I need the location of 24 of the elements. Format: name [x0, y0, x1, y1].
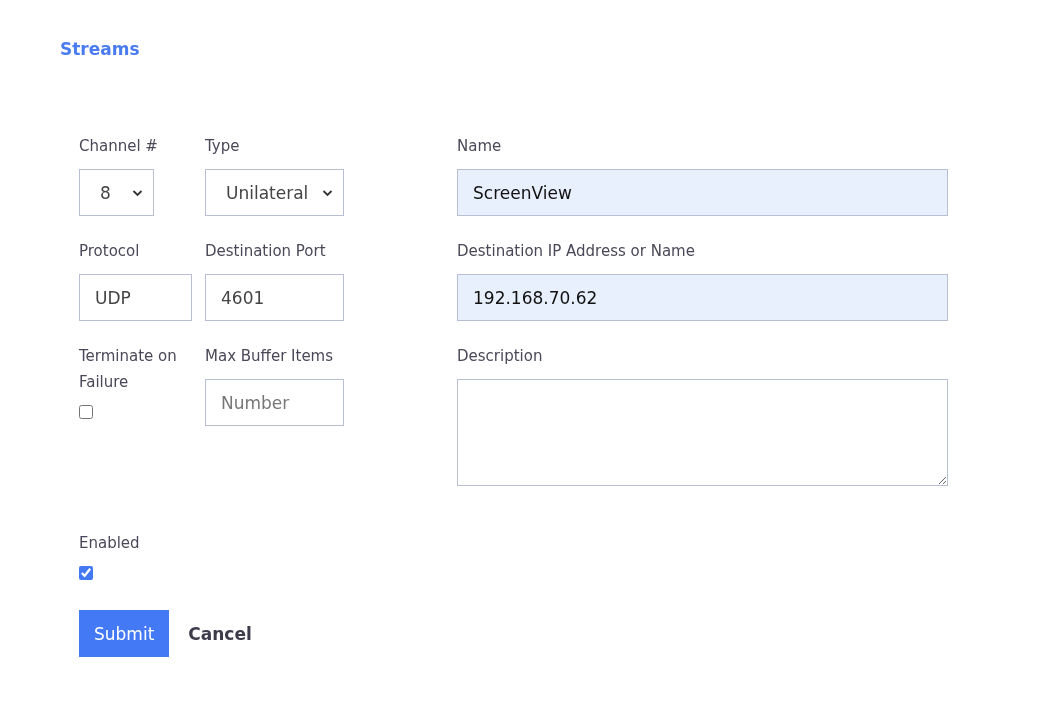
- input-field[interactable]: ScreenView: [457, 169, 948, 216]
- chevron-down-icon: [132, 188, 143, 197]
- page-title: Streams: [60, 38, 141, 61]
- submit-button[interactable]: Submit: [79, 610, 170, 657]
- field-label: Max Buffer Items: [205, 346, 334, 367]
- field-label: Type: [205, 136, 240, 157]
- cancel-button[interactable]: Cancel: [188, 610, 252, 657]
- field-label: Channel #: [79, 136, 158, 157]
- field-label: Description: [457, 346, 543, 367]
- field-label: Name: [457, 136, 502, 157]
- dropdown[interactable]: Unilateral: [205, 169, 344, 216]
- checkbox[interactable]: [79, 566, 93, 580]
- dropdown[interactable]: 8: [79, 169, 154, 216]
- input-field[interactable]: 192.168.70.62: [457, 274, 948, 321]
- field-label: Protocol: [79, 241, 140, 262]
- field-label: Destination Port: [205, 241, 326, 262]
- input-field[interactable]: 4601: [205, 274, 344, 321]
- chevron-down-icon: [322, 188, 333, 197]
- field-label: Enabled: [79, 533, 140, 554]
- field-label: Destination IP Address or Name: [457, 241, 695, 262]
- input-field[interactable]: Number: [205, 379, 344, 426]
- field-label: Terminate on Failure: [79, 346, 178, 393]
- input-field[interactable]: UDP: [79, 274, 192, 321]
- checkbox[interactable]: [79, 405, 93, 419]
